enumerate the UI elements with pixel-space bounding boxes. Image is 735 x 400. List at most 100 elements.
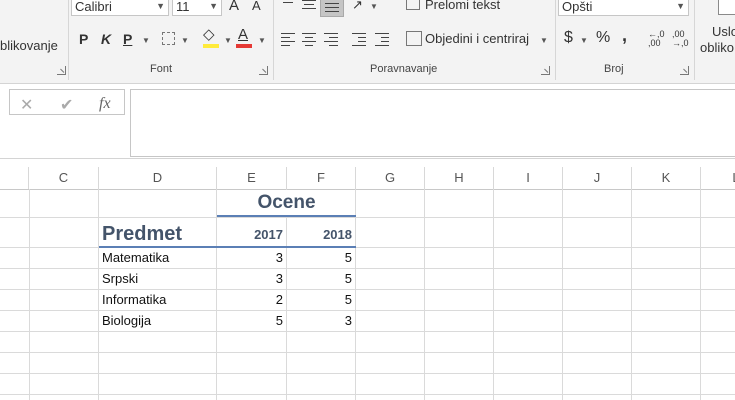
gridline — [424, 189, 425, 400]
styles-dialog-launcher[interactable] — [57, 66, 66, 75]
column-header-i[interactable]: I — [494, 167, 563, 189]
fill-color-icon[interactable]: ◇ — [203, 26, 215, 44]
wrap-text-icon — [406, 0, 420, 10]
gridline — [0, 373, 735, 374]
column-header-j[interactable]: J — [563, 167, 632, 189]
group-separator — [68, 0, 69, 80]
font-size-value: 11 — [176, 0, 190, 14]
conditional-formatting-label-2[interactable]: obliko — [700, 40, 734, 55]
top-align-icon[interactable] — [281, 0, 295, 10]
number-dialog-launcher[interactable] — [680, 66, 689, 75]
font-group-label: Font — [150, 63, 173, 75]
italic-button[interactable]: K — [101, 30, 111, 48]
chevron-down-icon[interactable]: ▼ — [142, 36, 150, 45]
chevron-down-icon[interactable]: ▼ — [540, 36, 548, 45]
gridline — [562, 189, 563, 400]
table-row-2017[interactable]: 3 — [217, 269, 283, 289]
alignment-dialog-launcher[interactable] — [541, 66, 550, 75]
column-header-k[interactable]: K — [632, 167, 701, 189]
fill-color-swatch — [203, 44, 219, 48]
table-row-2017[interactable]: 5 — [217, 311, 283, 331]
shrink-font-button[interactable]: A — [252, 0, 261, 15]
align-right-icon[interactable] — [324, 33, 338, 46]
conditional-formatting-label-1[interactable]: Uslo — [712, 24, 735, 39]
group-separator — [273, 0, 274, 80]
gridline — [0, 331, 735, 332]
merge-center-icon — [406, 31, 422, 46]
number-format-select[interactable]: Opšti ▼ — [558, 0, 689, 16]
insert-function-button[interactable]: fx — [99, 95, 111, 113]
column-header-partial[interactable] — [0, 167, 29, 189]
merge-center-button[interactable]: Objedini i centriraj — [425, 31, 529, 46]
borders-icon[interactable] — [162, 32, 175, 45]
currency-button[interactable]: $ — [564, 29, 573, 47]
decrease-indent-icon[interactable] — [352, 33, 366, 46]
font-size-select[interactable]: 11 ▼ — [172, 0, 222, 16]
percent-button[interactable]: % — [596, 29, 610, 47]
gridline — [0, 394, 735, 395]
chevron-down-icon[interactable]: ▼ — [580, 36, 588, 45]
chevron-down-icon[interactable]: ▼ — [258, 36, 266, 45]
font-color-swatch — [236, 44, 252, 48]
table-title: Ocene — [257, 192, 316, 213]
comma-style-button[interactable]: , — [622, 26, 627, 44]
cancel-icon[interactable]: ✕ — [20, 95, 33, 115]
align-left-icon[interactable] — [281, 33, 295, 46]
increase-indent-icon[interactable] — [375, 33, 389, 46]
table-row-subject[interactable]: Biologija — [102, 311, 151, 331]
chevron-down-icon: ▼ — [676, 1, 685, 11]
gridline — [700, 189, 701, 400]
group-separator — [555, 0, 556, 80]
wrap-text-button[interactable]: Prelomi tekst — [425, 0, 500, 12]
ribbon: blikovanje Calibri ▼ 11 ▼ A A P K P ▼ ▼ … — [0, 0, 735, 84]
font-name-select[interactable]: Calibri ▼ — [71, 0, 169, 16]
formula-input[interactable] — [130, 89, 735, 157]
table-row-2018[interactable]: 5 — [287, 248, 352, 268]
column-header-g[interactable]: G — [356, 167, 425, 189]
subject-header: Predmet — [102, 223, 183, 245]
middle-align-icon[interactable] — [302, 0, 316, 10]
table-row-2017[interactable]: 2 — [217, 290, 283, 310]
table-row-subject[interactable]: Srpski — [102, 269, 138, 289]
grow-font-button[interactable]: A — [229, 0, 239, 15]
year-header-2018: 2018 — [323, 227, 352, 242]
table-row-2018[interactable]: 3 — [287, 311, 352, 331]
gridline — [0, 217, 735, 218]
underline-button[interactable]: P — [123, 30, 132, 48]
chevron-down-icon: ▼ — [209, 1, 218, 11]
decrease-decimal-button[interactable]: ,00 →,0 — [672, 30, 689, 48]
table-row-2018[interactable]: 5 — [287, 269, 352, 289]
font-color-button[interactable]: A — [238, 26, 248, 44]
chevron-down-icon[interactable]: ▼ — [224, 36, 232, 45]
orientation-icon[interactable]: ↗ — [352, 0, 363, 14]
number-format-value: Opšti — [562, 0, 593, 14]
gridline — [0, 352, 735, 353]
table-row-2017[interactable]: 3 — [217, 248, 283, 268]
worksheet-grid[interactable]: C D E F G H I J K L Ocene Predmet 2017 2… — [0, 167, 735, 400]
column-headers: C D E F G H I J K L — [0, 167, 735, 190]
gridline — [493, 189, 494, 400]
column-header-f[interactable]: F — [287, 167, 356, 189]
format-as-table-label[interactable]: blikovanje — [0, 38, 58, 53]
table-row-subject[interactable]: Informatika — [102, 290, 166, 310]
formula-buttons: ✕ ✔ fx — [9, 89, 125, 115]
title-underline — [217, 215, 356, 217]
column-header-l[interactable]: L — [701, 167, 735, 189]
align-center-icon[interactable] — [302, 33, 316, 46]
year-header-2017: 2017 — [254, 227, 283, 242]
table-row-2018[interactable]: 5 — [287, 290, 352, 310]
bold-button[interactable]: P — [79, 30, 88, 48]
chevron-down-icon: ▼ — [156, 1, 165, 11]
gridline — [631, 189, 632, 400]
column-header-e[interactable]: E — [217, 167, 287, 189]
column-header-c[interactable]: C — [29, 167, 99, 189]
table-row-subject[interactable]: Matematika — [102, 248, 169, 268]
column-header-h[interactable]: H — [425, 167, 494, 189]
chevron-down-icon[interactable]: ▼ — [370, 2, 378, 11]
chevron-down-icon[interactable]: ▼ — [181, 36, 189, 45]
column-header-d[interactable]: D — [99, 167, 217, 189]
increase-decimal-button[interactable]: ←,0 ,00 — [648, 30, 665, 48]
enter-icon[interactable]: ✔ — [60, 95, 73, 115]
font-dialog-launcher[interactable] — [259, 66, 268, 75]
font-name-value: Calibri — [75, 0, 112, 14]
